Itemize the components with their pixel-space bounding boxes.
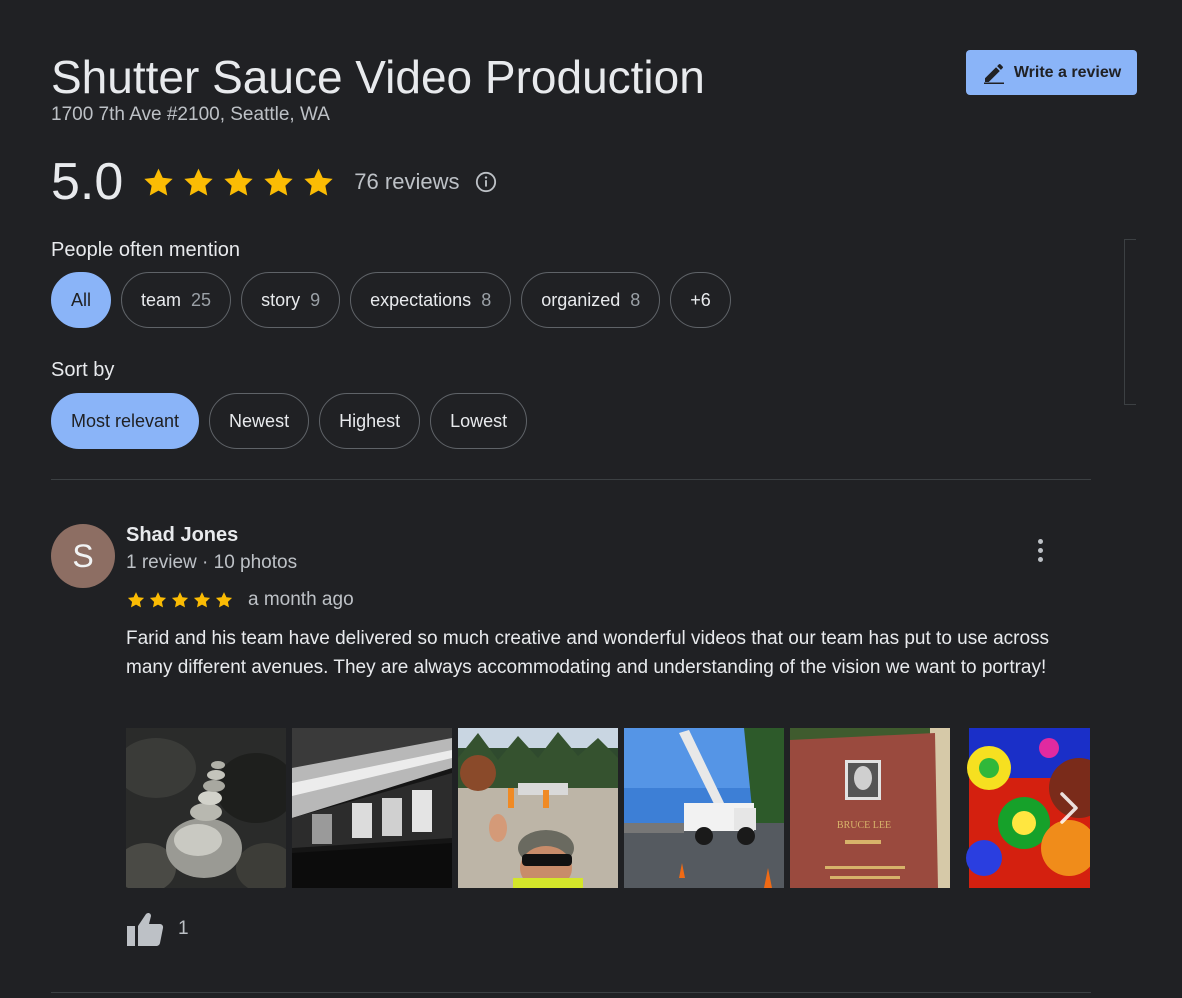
sort-highest[interactable]: Highest xyxy=(319,393,421,449)
divider xyxy=(51,992,1091,993)
chip-count: 8 xyxy=(481,289,492,310)
review-photo[interactable] xyxy=(292,728,452,888)
review-count[interactable]: 76 reviews xyxy=(354,169,459,195)
write-review-label: Write a review xyxy=(1013,63,1122,81)
reviewer-meta: 1 review · 10 photos xyxy=(126,552,298,573)
star-icon xyxy=(215,592,233,608)
chip-label: organized xyxy=(541,289,621,310)
chip-count: 25 xyxy=(191,289,212,310)
avatar-letter: S xyxy=(72,537,94,574)
review-stars xyxy=(126,590,234,610)
thumbs-up-icon[interactable] xyxy=(126,911,164,947)
avatar[interactable]: S xyxy=(51,524,115,588)
like-count: 1 xyxy=(178,918,189,939)
review-photo[interactable] xyxy=(126,728,286,888)
like-row: 1 xyxy=(126,910,189,948)
review-photos: BRUCE LEE xyxy=(126,728,1091,888)
divider xyxy=(51,479,1091,480)
scrollbar[interactable] xyxy=(1124,239,1136,405)
star-icon xyxy=(149,592,167,608)
review-text: Farid and his team have delivered so muc… xyxy=(126,628,1050,678)
chip-label: +6 xyxy=(690,289,711,310)
chip-count: 9 xyxy=(310,289,321,310)
sort-options: Most relevant Newest Highest Lowest xyxy=(51,393,528,449)
chip-team[interactable]: team 25 xyxy=(121,272,232,328)
sort-option-label: Highest xyxy=(339,410,401,431)
review-photo[interactable] xyxy=(458,728,618,888)
star-icon xyxy=(264,168,293,195)
rating-summary: 5.0 76 reviews xyxy=(51,152,497,212)
sort-option-label: Lowest xyxy=(450,410,508,431)
chip-all[interactable]: All xyxy=(51,272,112,328)
chip-label: story xyxy=(261,289,301,310)
sort-option-label: Newest xyxy=(229,410,290,431)
star-icon xyxy=(304,168,333,195)
info-icon[interactable] xyxy=(475,171,497,193)
mentions-label: People often mention xyxy=(51,239,241,261)
write-review-button[interactable]: Write a review xyxy=(966,50,1137,95)
star-icon xyxy=(193,592,211,608)
star-icon xyxy=(127,592,145,608)
review-date: a month ago xyxy=(248,589,354,610)
mention-chips: All team 25 story 9 expectations 8 organ… xyxy=(51,272,731,328)
business-address: 1700 7th Ave #2100, Seattle, WA xyxy=(51,104,330,125)
chip-count: 8 xyxy=(630,289,641,310)
review-photo[interactable] xyxy=(624,728,784,888)
sort-lowest[interactable]: Lowest xyxy=(430,393,528,449)
review-rating: a month ago xyxy=(126,587,354,613)
star-icon xyxy=(171,592,189,608)
business-name: Shutter Sauce Video Production xyxy=(51,51,705,103)
more-options-icon[interactable] xyxy=(1026,535,1054,565)
photo-sign-text: BRUCE LEE xyxy=(837,820,891,831)
sort-label: Sort by xyxy=(51,359,115,381)
chip-label: expectations xyxy=(370,289,472,310)
chip-expectations[interactable]: expectations 8 xyxy=(350,272,512,328)
star-icon xyxy=(144,168,173,195)
sort-newest[interactable]: Newest xyxy=(209,393,310,449)
reviewer-name[interactable]: Shad Jones xyxy=(126,524,238,547)
chip-label: All xyxy=(71,289,92,310)
sort-option-label: Most relevant xyxy=(71,410,180,431)
rating-stars xyxy=(141,165,336,200)
chip-organized[interactable]: organized 8 xyxy=(521,272,661,328)
chevron-right-icon[interactable] xyxy=(1052,790,1084,826)
chip-more[interactable]: +6 xyxy=(670,272,731,328)
rating-value: 5.0 xyxy=(51,153,124,211)
sort-most-relevant[interactable]: Most relevant xyxy=(51,393,200,449)
review-photo[interactable]: BRUCE LEE xyxy=(790,728,950,888)
star-icon xyxy=(224,168,253,195)
pencil-icon xyxy=(983,63,1004,84)
chip-story[interactable]: story 9 xyxy=(241,272,341,328)
chip-label: team xyxy=(141,289,182,310)
star-icon xyxy=(184,168,213,195)
